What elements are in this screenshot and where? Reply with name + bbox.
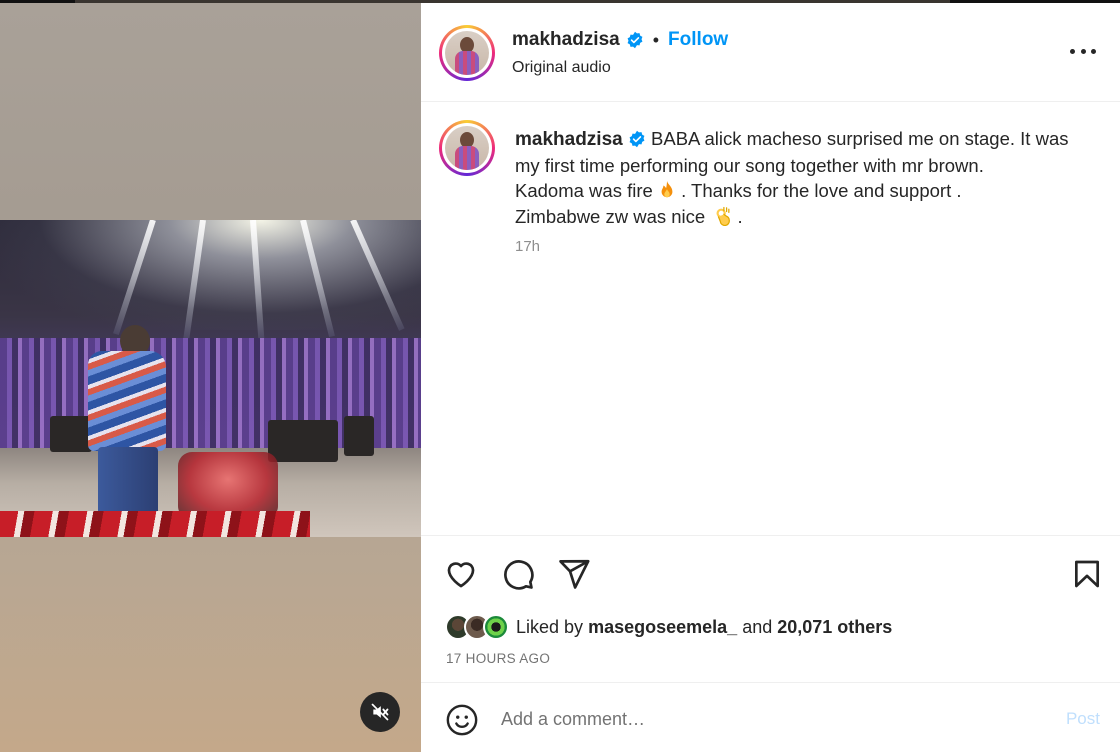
- likes-summary: Liked by masegoseemela_ and 20,071 other…: [445, 614, 892, 640]
- caption-avatar[interactable]: [439, 120, 495, 176]
- mute-button[interactable]: [360, 692, 400, 732]
- ok-hand-emoji: [716, 206, 731, 226]
- speaker-muted-icon: [371, 703, 389, 721]
- post-panel: makhadzisa • Follow Original audio makha…: [421, 3, 1120, 752]
- post-header: makhadzisa • Follow Original audio: [421, 3, 1120, 102]
- comment-button[interactable]: [500, 556, 536, 592]
- caption-timestamp[interactable]: 17h: [515, 238, 540, 255]
- caption-line: BABA alick macheso surprised me on stage…: [651, 128, 1069, 149]
- comment-bubble-icon: [504, 560, 534, 590]
- stage-speaker: [344, 416, 374, 456]
- post-timestamp[interactable]: 17 HOURS AGO: [446, 651, 550, 666]
- blurred-object: [178, 452, 278, 520]
- liked-by-text: Liked by masegoseemela_ and 20,071 other…: [516, 617, 892, 638]
- separator: •: [652, 29, 660, 50]
- media-area[interactable]: [0, 3, 421, 752]
- username-link[interactable]: makhadzisa: [512, 29, 620, 51]
- share-button[interactable]: [556, 556, 592, 592]
- like-button[interactable]: [443, 556, 479, 592]
- liker-avatar[interactable]: [483, 614, 509, 640]
- avatar[interactable]: [439, 25, 495, 81]
- save-button[interactable]: [1069, 556, 1105, 592]
- stage-edge: [0, 511, 310, 537]
- caption-line: . Thanks for the love and support .: [681, 180, 962, 201]
- audio-label[interactable]: Original audio: [512, 59, 611, 77]
- bookmark-icon: [1075, 560, 1099, 588]
- caption-username[interactable]: makhadzisa: [515, 129, 623, 150]
- stage-speaker: [268, 420, 338, 462]
- caption-text: makhadzisa BABA alick macheso surprised …: [515, 126, 1095, 229]
- comment-bar: Post: [421, 682, 1120, 752]
- caption-line: my first time performing our song togeth…: [515, 154, 984, 176]
- liked-by-and: and: [742, 616, 773, 637]
- caption-area: makhadzisa BABA alick macheso surprised …: [421, 102, 1120, 536]
- liked-by-prefix: Liked by: [516, 616, 584, 637]
- liked-by-user-link[interactable]: masegoseemela_: [588, 617, 737, 637]
- follow-button[interactable]: Follow: [668, 29, 728, 51]
- paper-plane-icon: [559, 559, 590, 589]
- action-bar: Liked by masegoseemela_ and 20,071 other…: [421, 536, 1120, 682]
- post-comment-button[interactable]: Post: [1066, 709, 1100, 729]
- caption-line: Kadoma was fire: [515, 180, 653, 201]
- caption-line: Zimbabwe zw was nice: [515, 205, 706, 227]
- verified-badge-icon: [629, 130, 645, 148]
- more-options-icon[interactable]: [1070, 39, 1096, 63]
- performer: [80, 325, 166, 517]
- comment-input[interactable]: [501, 705, 1041, 733]
- verified-badge-icon: [627, 31, 643, 49]
- likes-count-link[interactable]: 20,071 others: [777, 617, 892, 637]
- video-frame[interactable]: [0, 220, 421, 537]
- caption-line: .: [737, 205, 743, 227]
- smiley-face-icon[interactable]: [445, 703, 479, 737]
- heart-icon: [447, 562, 475, 588]
- fire-emoji: [661, 181, 673, 198]
